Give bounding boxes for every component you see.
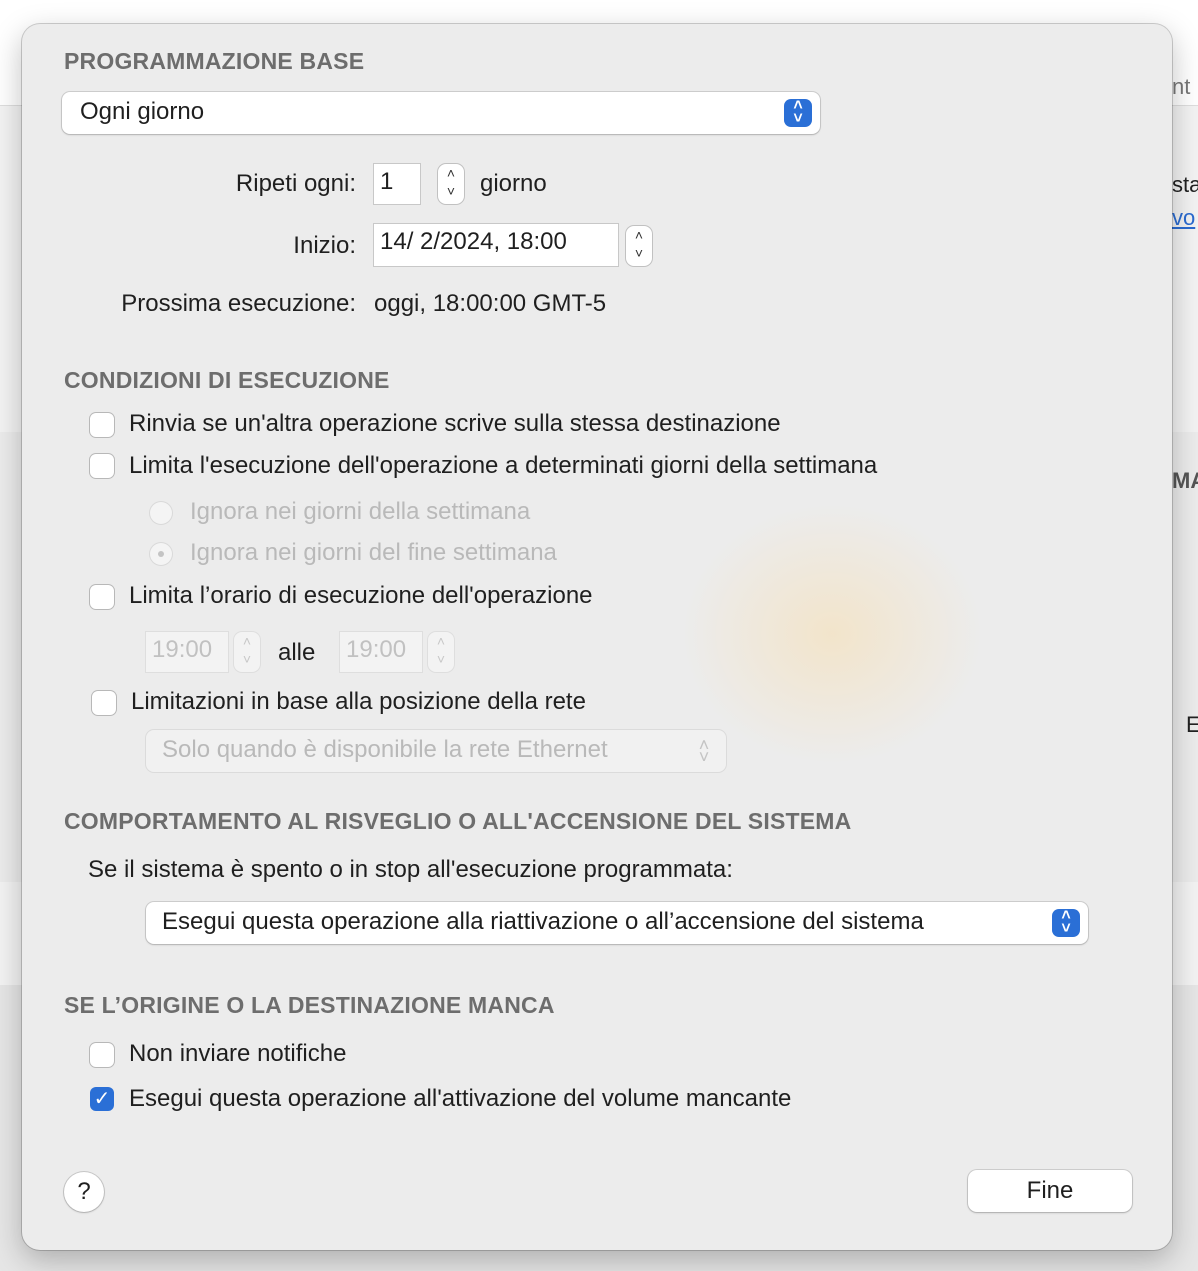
radio-skip-weekend-label: Ignora nei giorni del fine settimana: [190, 539, 557, 566]
no-notify-checkbox[interactable]: [90, 1043, 114, 1067]
frequency-popup[interactable]: Ogni giorno ˄ ˅: [62, 92, 820, 134]
wake-prompt: Se il sistema è spento o in stop all'ese…: [88, 856, 733, 883]
limit-days-label: Limita l'esecuzione dell'operazione a de…: [129, 452, 878, 479]
limit-time-checkbox[interactable]: [90, 585, 114, 609]
repeat-interval-field[interactable]: 1: [374, 164, 420, 204]
repeat-unit-label: giorno: [480, 170, 547, 197]
time-from-field[interactable]: 19:00: [146, 632, 228, 672]
network-option-value: Solo quando è disponibile la rete Ethern…: [162, 736, 608, 763]
background-text-fragment: E: [1186, 712, 1198, 737]
repeat-interval-value: 1: [380, 168, 394, 195]
background-text-fragment: sta: [1172, 172, 1198, 197]
time-from-value: 19:00: [152, 636, 213, 663]
help-button[interactable]: ?: [64, 1172, 104, 1212]
run-on-mount-checkbox[interactable]: ✓: [90, 1087, 114, 1111]
wake-option-popup[interactable]: Esegui questa operazione alla riattivazi…: [146, 902, 1088, 944]
network-checkbox[interactable]: [92, 691, 116, 715]
run-conditions-title: CONDIZIONI DI ESECUZIONE: [64, 367, 390, 393]
repeat-label: Ripeti ogni:: [235, 170, 356, 197]
limit-days-checkbox[interactable]: [90, 454, 114, 478]
chevron-updown-icon: ˄ ˅: [1052, 908, 1080, 937]
radio-skip-weekdays[interactable]: [150, 502, 172, 524]
time-to-field[interactable]: 19:00: [340, 632, 422, 672]
network-label: Limitazioni in base alla posizione della…: [131, 688, 586, 715]
time-from-stepper[interactable]: ˄ ˅: [234, 632, 260, 672]
start-datetime-stepper[interactable]: ˄ ˅: [626, 226, 652, 266]
no-notify-label: Non inviare notifiche: [129, 1040, 347, 1067]
start-datetime-value: 14/ 2/2024, 18:00: [380, 228, 567, 255]
missing-volume-title: SE L’ORIGINE O LA DESTINAZIONE MANCA: [64, 992, 555, 1018]
next-run-value: oggi, 18:00:00 GMT-5: [374, 290, 607, 317]
run-on-mount-label: Esegui questa operazione all'attivazione…: [129, 1085, 792, 1112]
start-datetime-field[interactable]: 14/ 2/2024, 18:00: [374, 224, 618, 266]
chevron-updown-icon: ˄ ˅: [698, 735, 710, 767]
schedule-sheet: PROGRAMMAZIONE BASE Ogni giorno ˄ ˅ Ripet…: [22, 24, 1172, 1250]
limit-time-label: Limita l’orario di esecuzione dell'opera…: [129, 582, 593, 609]
time-to-value: 19:00: [346, 636, 407, 663]
done-button[interactable]: Fine: [968, 1170, 1132, 1212]
background-link-fragment[interactable]: vo: [1172, 205, 1195, 231]
network-popup[interactable]: Solo quando è disponibile la rete Ethern…: [146, 730, 726, 772]
time-to-stepper[interactable]: ˄ ˅: [428, 632, 454, 672]
basic-schedule-title: PROGRAMMAZIONE BASE: [64, 48, 365, 74]
wake-behavior-title: COMPORTAMENTO AL RISVEGLIO O ALL'ACCENSI…: [64, 808, 852, 834]
radio-skip-weekend[interactable]: [150, 543, 172, 565]
background-text-fragment: MA: [1172, 468, 1198, 493]
repeat-interval-stepper[interactable]: ˄ ˅: [438, 164, 464, 204]
background-text-fragment: nt: [1172, 74, 1191, 99]
radio-skip-weekdays-label: Ignora nei giorni della settimana: [190, 498, 531, 525]
background-glow: [682, 504, 982, 764]
wake-option-value: Esegui questa operazione alla riattivazi…: [162, 908, 924, 935]
defer-label: Rinvia se un'altra operazione scrive sul…: [129, 410, 781, 437]
chevron-updown-icon: ˄ ˅: [784, 98, 812, 127]
time-separator-label: alle: [278, 639, 316, 666]
next-run-label: Prossima esecuzione:: [121, 290, 356, 317]
frequency-value: Ogni giorno: [80, 98, 205, 125]
defer-checkbox[interactable]: [90, 413, 114, 437]
start-label: Inizio:: [293, 232, 356, 259]
